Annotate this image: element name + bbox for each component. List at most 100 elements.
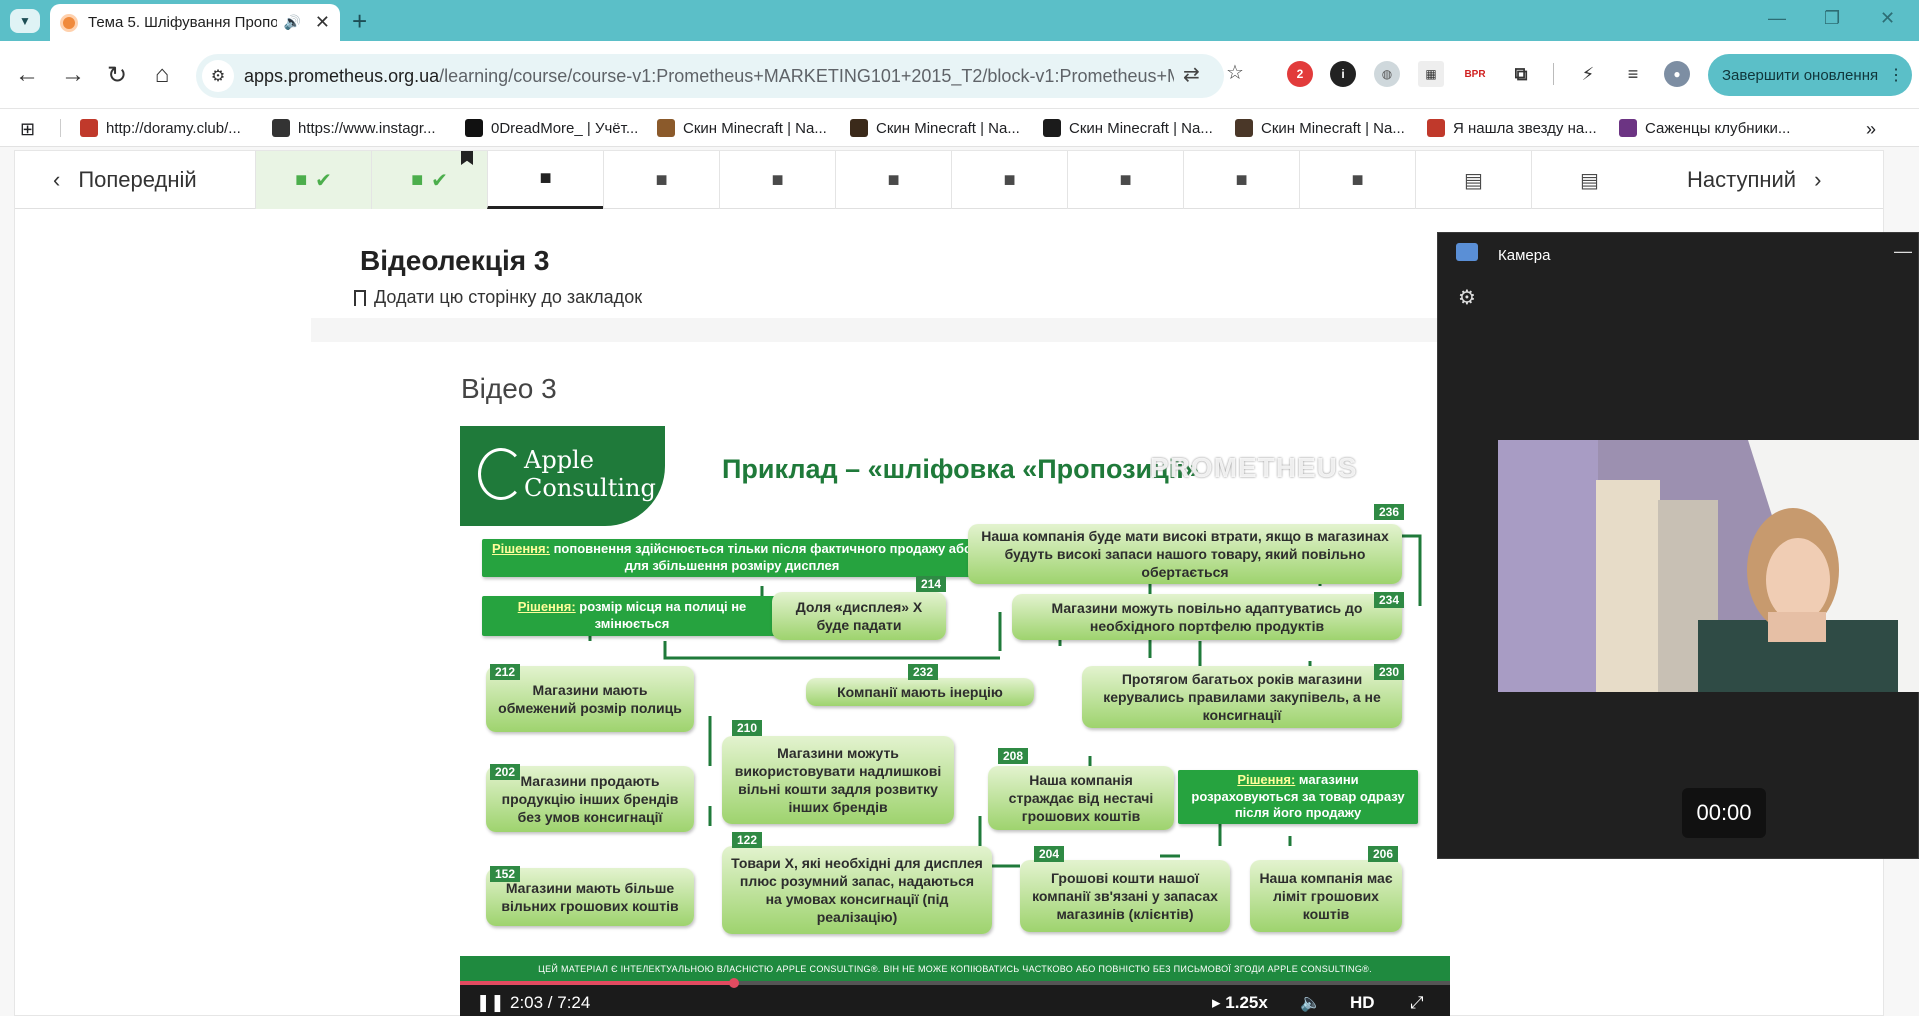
restore-window-icon[interactable]: ❐ xyxy=(1824,8,1840,29)
hd-quality-button[interactable]: HD xyxy=(1350,993,1375,1013)
bookmark-item[interactable]: https://www.instagr... xyxy=(272,119,436,137)
bookmark-item[interactable]: Скин Minecraft | Na... xyxy=(657,119,827,137)
forward-arrow-icon[interactable]: → xyxy=(58,61,88,89)
sequence-item-video-6[interactable]: ■ xyxy=(835,151,951,209)
more-bookmarks-icon[interactable]: » xyxy=(1866,119,1876,140)
bookmark-icon xyxy=(354,289,366,306)
browser-tab-active[interactable]: Тема 5. Шліфування Пропо 🔊 ✕ xyxy=(50,4,340,41)
camera-app-window: Камера — ⚙ 00:00 xyxy=(1437,232,1919,859)
bookmark-item[interactable]: 0DreadMore_ | Учёт... xyxy=(465,119,638,137)
video-progress-fill xyxy=(460,981,735,985)
effect-box-232: Компанії мають інерцію xyxy=(806,678,1034,706)
node-tag: 152 xyxy=(490,866,521,882)
video-camera-icon: ■ xyxy=(539,167,552,189)
playback-speed-value: 1.25x xyxy=(1225,993,1268,1012)
unit-title: Відеолекція 3 xyxy=(360,245,550,276)
playback-speed-button[interactable]: ▸ 1.25x xyxy=(1212,993,1268,1013)
video-camera-icon: ■ xyxy=(655,168,668,191)
sequence-item-video-3[interactable]: ■ xyxy=(487,151,603,209)
sequence-item-video-9[interactable]: ■ xyxy=(1183,151,1299,209)
bookmark-favicon-icon xyxy=(657,119,675,137)
media-controls-icon[interactable]: ≡ xyxy=(1620,61,1646,87)
bookmarked-flag-icon xyxy=(461,151,473,165)
back-arrow-icon[interactable]: ← xyxy=(12,61,42,89)
star-bookmark-icon[interactable]: ☆ xyxy=(1226,60,1244,85)
puzzle-extensions-icon[interactable]: ⧉ xyxy=(1508,61,1534,87)
new-tab-button[interactable]: + xyxy=(352,6,367,37)
video-progress-handle[interactable] xyxy=(729,978,740,988)
bpr-extension-label: BPR xyxy=(1464,68,1486,80)
slide-title: Приклад – «шліфовка «Пропозиції» xyxy=(722,454,1199,484)
sequence-item-video-2[interactable]: ■ ✔ xyxy=(371,151,487,209)
bookmark-item[interactable]: Скин Minecraft | Na... xyxy=(850,119,1020,137)
solution-word: Рішення: xyxy=(1237,771,1296,787)
bookmark-favicon-icon xyxy=(272,119,290,137)
sequence-item-text-2[interactable]: ▤ xyxy=(1531,151,1647,209)
logo-line1: Apple xyxy=(524,446,594,474)
video-player[interactable]: Apple Consulting Приклад – «шліфовка «Пр… xyxy=(460,426,1450,1016)
slide-copyright-footer: ЦЕЙ МАТЕРІАЛ Є ІНТЕЛЕКТУАЛЬНОЮ ВЛАСНІСТЮ… xyxy=(460,956,1450,981)
apple-consulting-logo: Apple Consulting xyxy=(460,426,665,526)
bookmark-favicon-icon xyxy=(1235,119,1253,137)
bookmark-label: Скин Minecraft | Na... xyxy=(1069,119,1213,137)
previous-unit-button[interactable]: ‹ Попередній xyxy=(15,151,255,209)
node-tag: 232 xyxy=(908,664,939,680)
close-window-icon[interactable]: ✕ xyxy=(1880,8,1895,29)
pause-icon[interactable]: ❚❚ xyxy=(476,993,505,1013)
bookmark-item[interactable]: Скин Minecraft | Na... xyxy=(1235,119,1405,137)
bookmark-item[interactable]: Я нашла звезду на... xyxy=(1427,119,1597,137)
translate-icon[interactable]: ⇄ xyxy=(1183,62,1200,87)
chevron-left-icon: ‹ xyxy=(53,167,61,192)
next-unit-button[interactable]: Наступний › xyxy=(1647,151,1877,209)
qr-extension-icon[interactable]: ▦ xyxy=(1418,61,1444,87)
minimize-icon[interactable]: — xyxy=(1894,241,1912,262)
minimize-window-icon[interactable]: — xyxy=(1768,8,1786,29)
video-progress-bar[interactable] xyxy=(460,978,1450,988)
apps-grid-icon[interactable]: ⊞ xyxy=(20,119,35,140)
speaker-icon[interactable]: 🔊 xyxy=(283,14,300,31)
volume-icon[interactable]: 🔈 xyxy=(1300,993,1321,1013)
fullscreen-icon[interactable]: ⤢ xyxy=(1410,993,1424,1013)
camera-preview xyxy=(1498,440,1919,692)
bpr-extension-icon[interactable]: BPR xyxy=(1462,61,1488,87)
finish-update-button[interactable]: Завершити оновлення ⋮ xyxy=(1708,54,1912,96)
sequence-item-video-8[interactable]: ■ xyxy=(1067,151,1183,209)
reload-icon[interactable]: ↻ xyxy=(102,61,132,90)
globe-extension-icon[interactable]: ◍ xyxy=(1374,61,1400,87)
bookmark-favicon-icon xyxy=(1043,119,1061,137)
document-icon: ▤ xyxy=(1464,169,1483,192)
settings-gear-icon[interactable]: ⚙ xyxy=(1458,285,1476,310)
bookmark-label: Скин Minecraft | Na... xyxy=(1261,119,1405,137)
solution-word: Рішення: xyxy=(491,541,550,557)
close-tab-icon[interactable]: ✕ xyxy=(315,12,330,33)
bookmark-label: 0DreadMore_ | Учёт... xyxy=(491,119,639,137)
sequence-item-text-1[interactable]: ▤ xyxy=(1415,151,1531,209)
bookmark-label: Саженцы клубники... xyxy=(1645,119,1791,137)
node-tag: 210 xyxy=(732,720,763,736)
bookmark-label: Скин Minecraft | Na... xyxy=(876,119,1020,137)
site-info-icon[interactable]: ⚙ xyxy=(202,60,234,92)
home-icon[interactable]: ⌂ xyxy=(147,61,177,89)
url-host: apps.prometheus.org.ua xyxy=(244,65,440,86)
add-bookmark-button[interactable]: Додати цю сторінку до закладок xyxy=(354,287,642,308)
sequence-item-video-4[interactable]: ■ xyxy=(603,151,719,209)
node-tag: 214 xyxy=(916,576,947,592)
sequence-item-video-5[interactable]: ■ xyxy=(719,151,835,209)
video-controls: ❚❚ 2:03 / 7:24 ▸ 1.25x 🔈 HD ⤢ xyxy=(460,978,1450,1016)
sequence-item-video-1[interactable]: ■ ✔ xyxy=(255,151,371,209)
bookmark-item[interactable]: http://doramy.club/... xyxy=(80,119,241,137)
info-extension-icon[interactable]: i xyxy=(1330,61,1356,87)
profile-avatar[interactable]: ● xyxy=(1664,61,1690,87)
address-bar[interactable]: ⚙ apps.prometheus.org.ua/learning/course… xyxy=(196,54,1224,98)
bookmark-item[interactable]: Скин Minecraft | Na... xyxy=(1043,119,1213,137)
tab-search-button[interactable]: ▼ xyxy=(10,9,40,33)
bookmark-item[interactable]: Саженцы клубники... xyxy=(1619,119,1790,137)
adblock-extension-icon[interactable]: 2 xyxy=(1287,61,1313,87)
performance-icon[interactable]: ⚡ xyxy=(1575,61,1601,87)
section-divider xyxy=(311,318,1451,342)
sequence-item-video-7[interactable]: ■ xyxy=(951,151,1067,209)
url-text: apps.prometheus.org.ua/learning/course/c… xyxy=(244,66,1174,87)
toolbar-divider xyxy=(1553,63,1554,85)
node-tag: 212 xyxy=(490,664,521,680)
sequence-item-video-10[interactable]: ■ xyxy=(1299,151,1415,209)
